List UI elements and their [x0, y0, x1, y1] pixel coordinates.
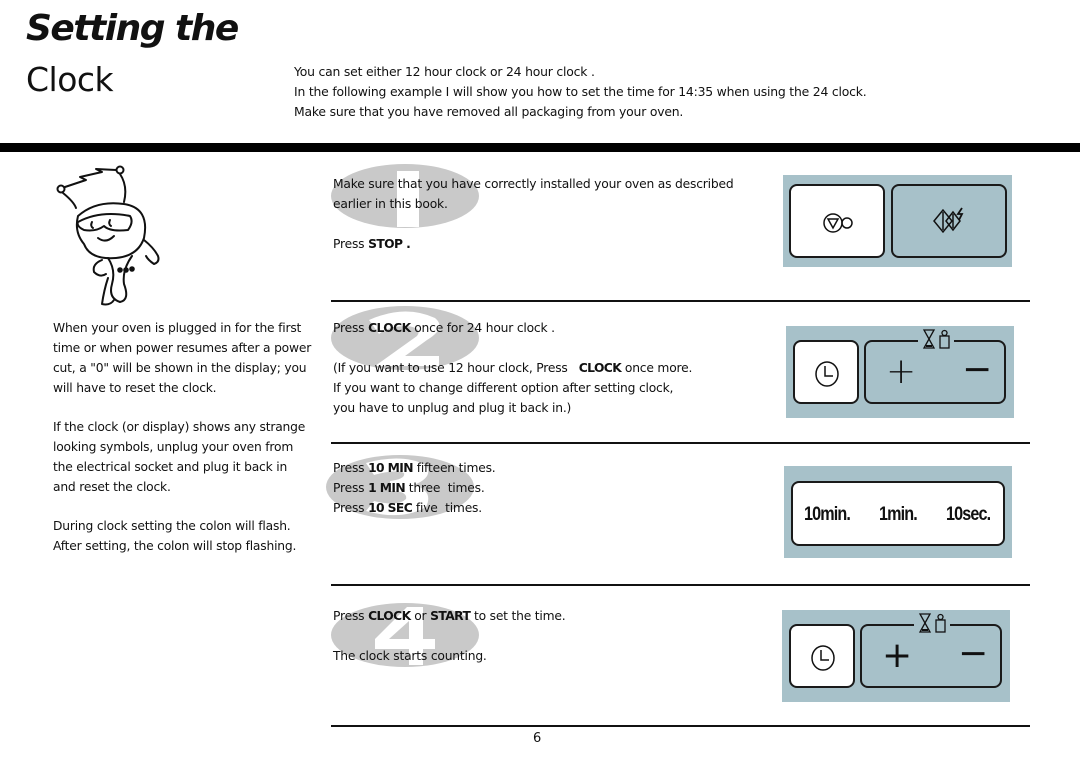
plus-minus-button-group: + −: [860, 612, 1002, 688]
stop-button[interactable]: [789, 184, 885, 258]
step-line: If you want to change different option a…: [333, 381, 674, 395]
minus-button[interactable]: −: [962, 352, 992, 388]
ten-sec-button[interactable]: 10sec.: [946, 504, 991, 526]
plus-minus-button-group: + −: [864, 328, 1006, 404]
step-line: Press CLOCK once for 24 hour clock .: [333, 321, 555, 335]
minus-button[interactable]: −: [958, 636, 988, 672]
cartoon-character-icon: [50, 160, 170, 308]
step-line: (If you want to use 12 hour clock, Press…: [333, 361, 693, 375]
one-min-button[interactable]: 1min.: [879, 504, 918, 526]
intro-line: Make sure that you have removed all pack…: [294, 104, 684, 119]
key-clock: CLOCK: [368, 321, 411, 335]
key-stop: STOP: [368, 237, 403, 251]
step-divider: [331, 300, 1030, 302]
plus-button[interactable]: +: [886, 354, 916, 390]
step-3-control-panel: 10min. 1min. 10sec.: [784, 466, 1012, 558]
ten-min-button[interactable]: 10min.: [804, 504, 851, 526]
clock-button[interactable]: [789, 624, 855, 688]
key-clock: CLOCK: [578, 361, 622, 375]
step-4-text: Press CLOCK or START to set the time. Th…: [333, 606, 566, 666]
intro-line: In the following example I will show you…: [294, 84, 867, 99]
step-divider: [331, 584, 1030, 586]
step-line: Press 10 MIN fifteen times.: [333, 461, 496, 475]
key-1-min: 1 MIN: [368, 481, 406, 495]
step-1-text: Make sure that you have correctly instal…: [333, 174, 734, 254]
note-paragraph: If the clock (or display) shows any stra…: [53, 420, 306, 494]
page-title-line1: Setting the: [26, 8, 239, 49]
header-divider-bar: [0, 143, 1080, 152]
eco-button[interactable]: [891, 184, 1007, 258]
step-divider: [331, 442, 1030, 444]
step-line: [333, 214, 733, 234]
step-2-text: Press CLOCK once for 24 hour clock . (If…: [333, 318, 692, 418]
step-line: [333, 338, 692, 358]
intro-text: You can set either 12 hour clock or 24 h…: [294, 62, 867, 122]
step-line: Press 10 SEC five times.: [333, 501, 482, 515]
note-paragraph: When your oven is plugged in for the fir…: [53, 321, 312, 395]
key-10-sec: 10 SEC: [368, 501, 413, 515]
sidebar-notes: When your oven is plugged in for the fir…: [53, 318, 313, 575]
clock-button[interactable]: [793, 340, 859, 404]
key-10-min: 10 MIN: [368, 461, 414, 475]
step-2-control-panel: + −: [786, 326, 1014, 418]
step-3-text: Press 10 MIN fifteen times. Press 1 MIN …: [333, 458, 496, 518]
step-divider: [331, 725, 1030, 727]
time-buttons-display: 10min. 1min. 10sec.: [791, 481, 1005, 546]
page-title-line2: Clock: [26, 60, 114, 99]
step-4-control-panel: + −: [782, 610, 1010, 702]
page-number: 6: [533, 731, 542, 746]
step-line: Press STOP .: [333, 237, 411, 251]
key-start: START: [430, 609, 471, 623]
step-line: The clock starts counting.: [333, 649, 487, 663]
step-1-control-panel: [783, 175, 1012, 267]
plus-button[interactable]: +: [882, 638, 912, 674]
key-clock: CLOCK: [368, 609, 411, 623]
intro-line: You can set either 12 hour clock or 24 h…: [294, 64, 595, 79]
step-line: [333, 626, 566, 646]
step-line: Press 1 MIN three times.: [333, 481, 485, 495]
step-line: Press CLOCK or START to set the time.: [333, 609, 566, 623]
step-line: Make sure that you have correctly instal…: [333, 177, 734, 191]
step-line: you have to unplug and plug it back in.): [333, 401, 572, 415]
step-line: earlier in this book.: [333, 197, 448, 211]
note-paragraph: During clock setting the colon will flas…: [53, 519, 297, 553]
